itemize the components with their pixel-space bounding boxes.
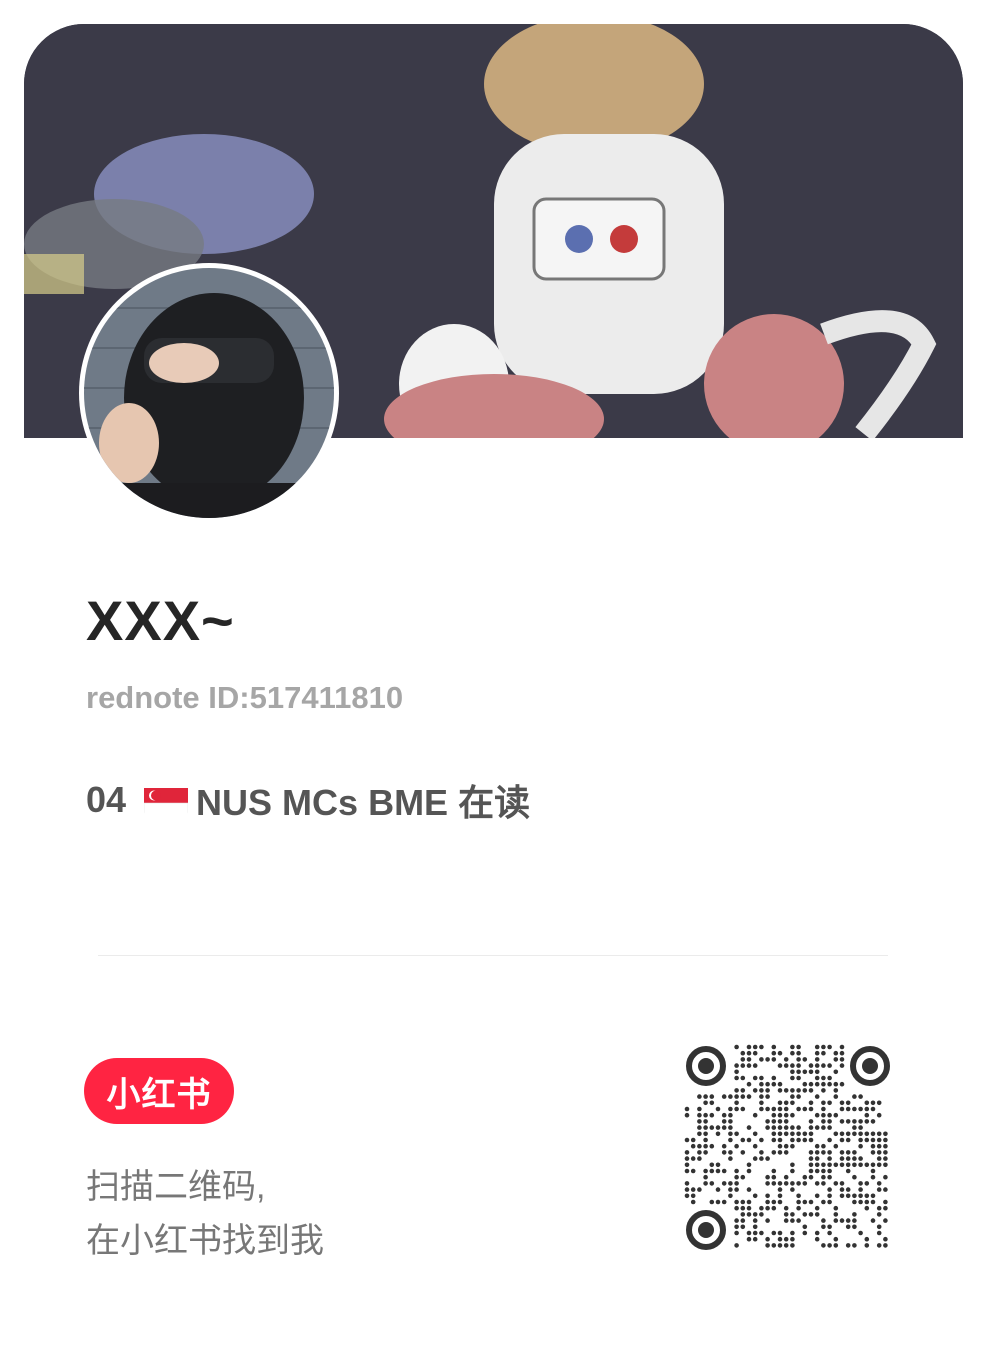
bio-text: NUS MCs BME 在读	[196, 782, 531, 823]
divider	[98, 955, 888, 956]
username: XXX~	[86, 589, 235, 652]
xiaohongshu-logo: 小红书	[84, 1058, 234, 1124]
qr-code-icon[interactable]	[684, 1044, 892, 1252]
rednote-id: rednote ID:517411810	[86, 680, 404, 715]
scan-line-2: 在小红书找到我	[86, 1222, 324, 1260]
bio-prefix: 04	[86, 779, 127, 820]
avatar	[84, 268, 334, 518]
scan-instructions: 扫描二维码, 在小红书找到我	[86, 1160, 324, 1268]
scan-line-1: 扫描二维码,	[86, 1168, 266, 1206]
singapore-flag-icon	[144, 785, 189, 815]
profile-bio: 04 NUS MCs BME 在读	[86, 774, 530, 826]
